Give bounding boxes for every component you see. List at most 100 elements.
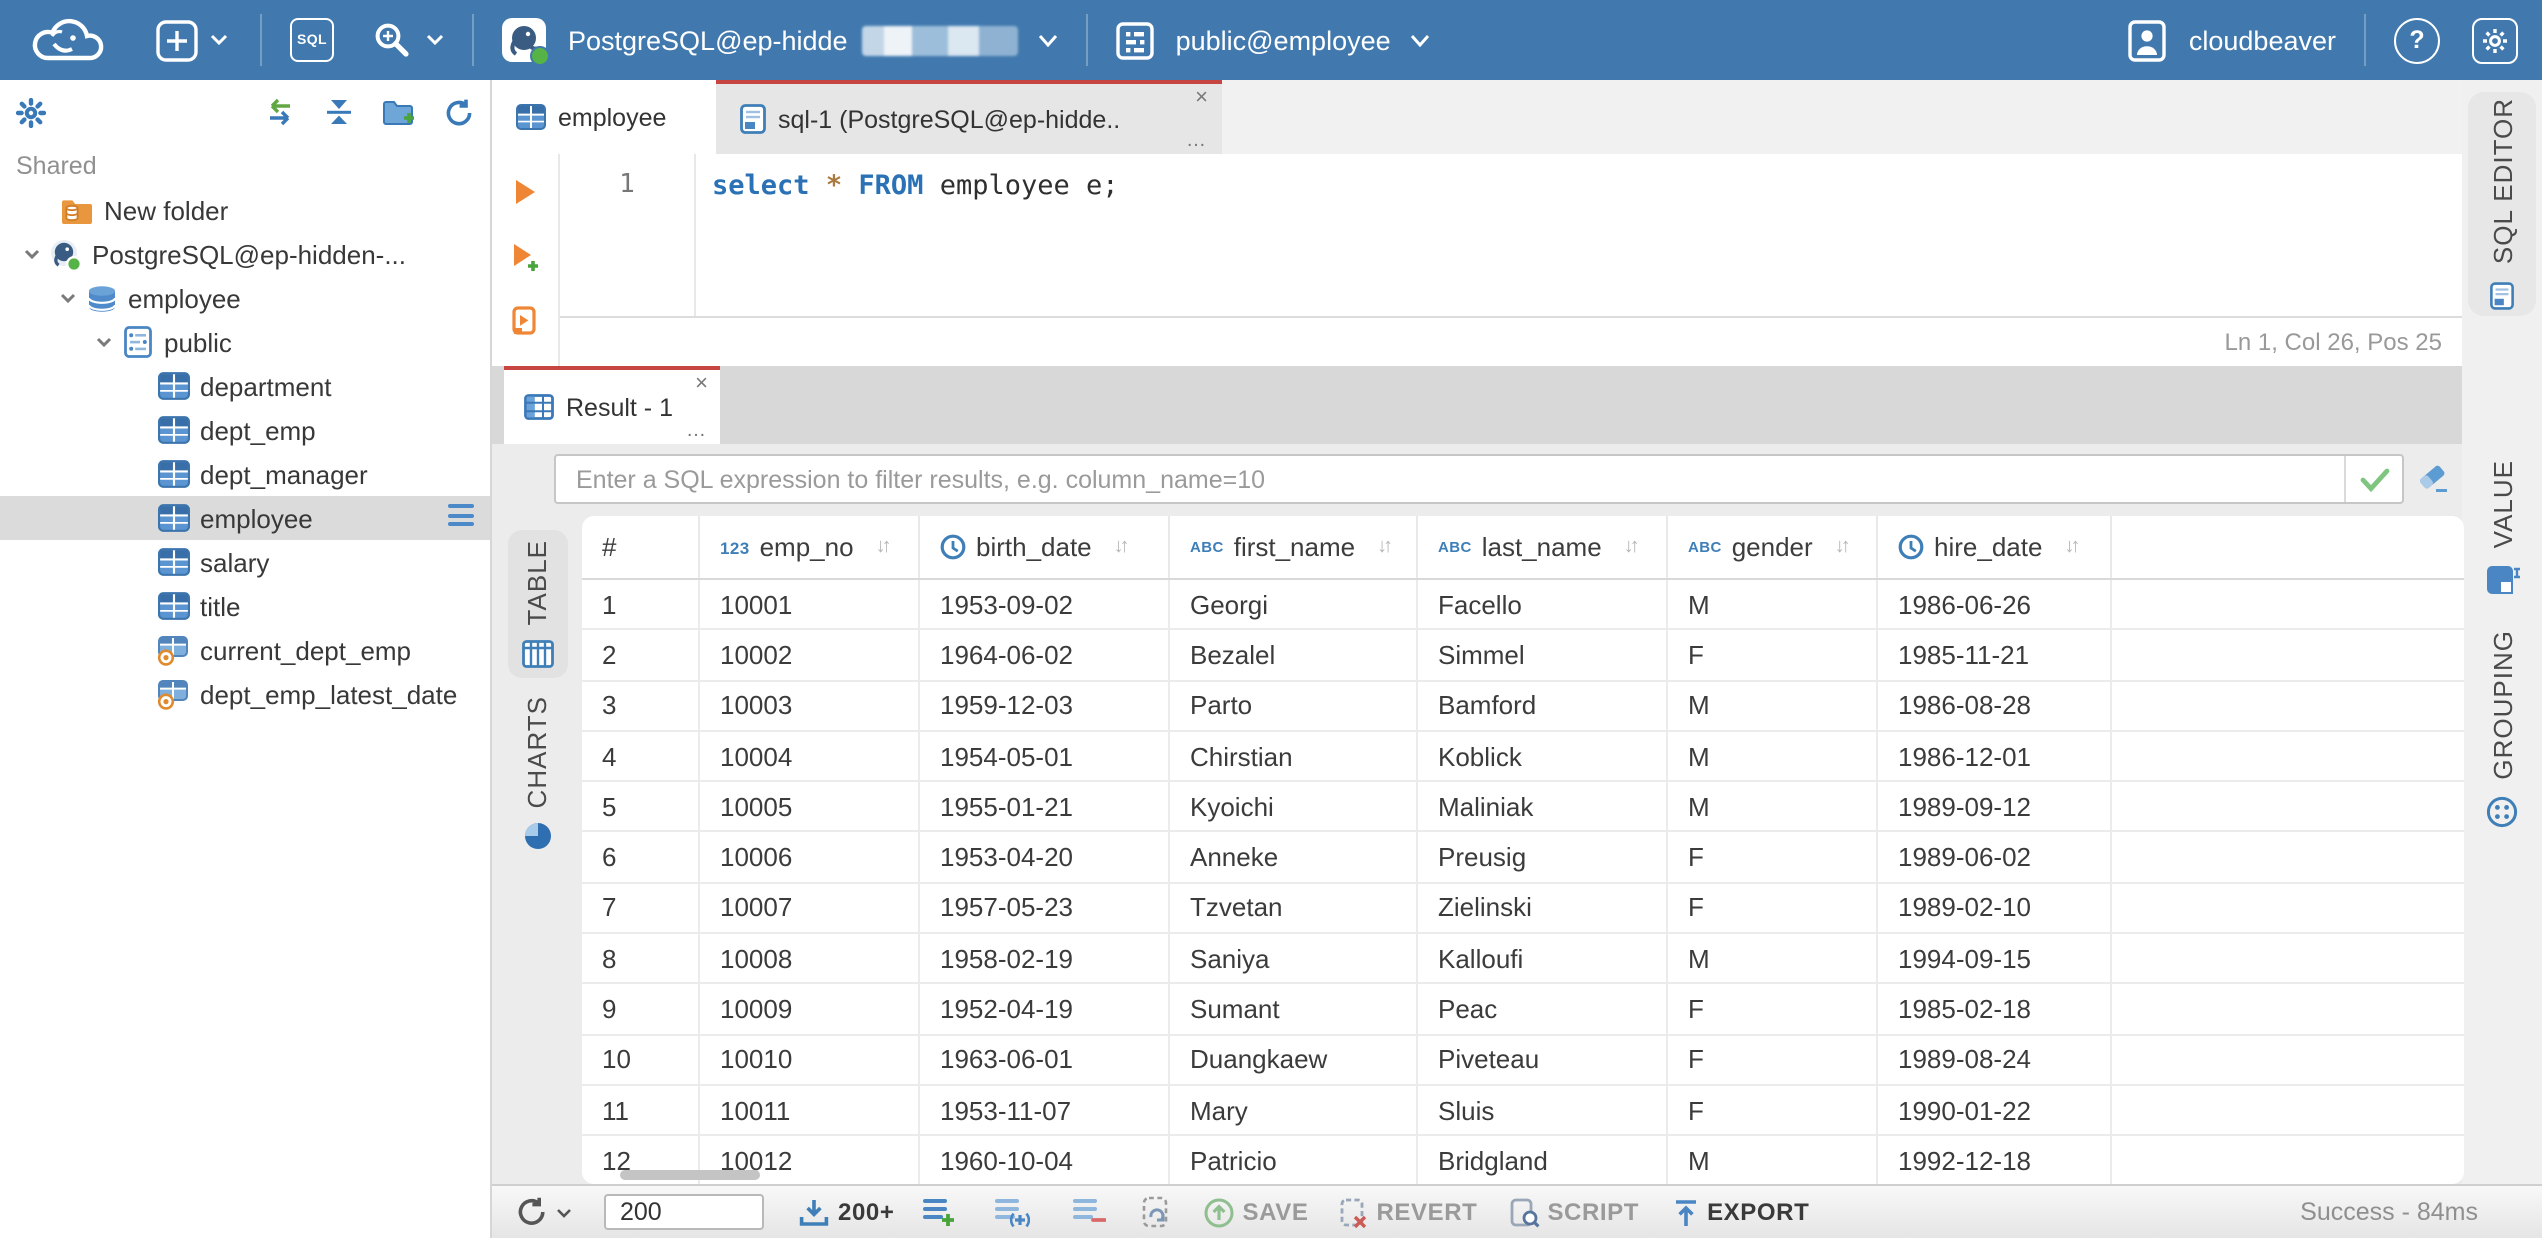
grid-cell[interactable]: 10007 [700, 883, 920, 933]
apply-filter-button[interactable] [2344, 456, 2402, 502]
grid-cell[interactable]: Peac [1418, 984, 1668, 1034]
refresh-icon[interactable] [444, 97, 474, 127]
sql-editor-button[interactable]: SQL [290, 18, 334, 62]
grid-cell[interactable]: Sluis [1418, 1085, 1668, 1135]
edit-copy-icon[interactable] [1142, 1196, 1172, 1228]
grid-cell[interactable]: Bezalel [1170, 630, 1418, 680]
new-folder-icon[interactable] [382, 98, 416, 126]
settings-gear-icon[interactable] [16, 97, 46, 127]
tab-value-panel[interactable]: VALUE [2485, 460, 2519, 596]
grid-cell[interactable]: 1990-01-22 [1878, 1085, 2112, 1135]
grid-cell[interactable]: 1954-05-01 [920, 731, 1170, 781]
grid-cell[interactable]: Simmel [1418, 630, 1668, 680]
sort-icon[interactable]: ↓↑ [1624, 536, 1640, 558]
grid-cell[interactable]: 1986-12-01 [1878, 731, 2112, 781]
grid-cell[interactable]: 1953-11-07 [920, 1085, 1170, 1135]
grid-cell[interactable]: 1992-12-18 [1878, 1136, 2112, 1184]
grid-cell[interactable]: Saniya [1170, 934, 1418, 983]
column-header-emp_no[interactable]: 123 emp_no ↓↑ [700, 516, 920, 578]
grid-cell[interactable]: 1989-06-02 [1878, 832, 2112, 882]
column-header-first_name[interactable]: ABC first_name ↓↑ [1170, 516, 1418, 578]
tab-grouping-panel[interactable]: GROUPING [2486, 630, 2518, 828]
grid-cell[interactable]: 1986-06-26 [1878, 580, 2112, 629]
tree-item-current_dept_emp[interactable]: current_dept_emp [0, 628, 490, 672]
grid-cell[interactable]: 10011 [700, 1085, 920, 1135]
tree-item-new-folder[interactable]: New folder [0, 188, 490, 232]
schema-selector[interactable]: public@employee [1115, 21, 1431, 59]
add-row-icon[interactable] [922, 1196, 956, 1228]
tab-charts-view[interactable]: CHARTS [522, 696, 552, 850]
column-header-hire_date[interactable]: hire_date ↓↑ [1878, 516, 2112, 578]
tab-sql-editor-vertical[interactable]: SQL EDITOR [2468, 92, 2536, 316]
column-header-birth_date[interactable]: birth_date ↓↑ [920, 516, 1170, 578]
expand-chevron-icon[interactable] [52, 290, 84, 306]
grid-cell[interactable]: 10002 [700, 630, 920, 680]
grid-cell[interactable]: 10009 [700, 984, 920, 1034]
grid-cell[interactable]: F [1668, 984, 1878, 1034]
grid-cell[interactable]: 1986-08-28 [1878, 681, 2112, 730]
grid-cell[interactable]: 10003 [700, 681, 920, 730]
grid-cell[interactable]: M [1668, 934, 1878, 983]
grid-cell[interactable]: 1989-02-10 [1878, 883, 2112, 933]
tree-item-dept_manager[interactable]: dept_manager [0, 452, 490, 496]
expand-chevron-icon[interactable] [16, 246, 48, 262]
grid-cell[interactable]: M [1668, 731, 1878, 781]
grid-cell[interactable]: 1994-09-15 [1878, 934, 2112, 983]
grid-cell[interactable]: 1952-04-19 [920, 984, 1170, 1034]
tree-item-department[interactable]: department [0, 364, 490, 408]
grid-cell[interactable]: M [1668, 580, 1878, 629]
duplicate-row-icon[interactable] [994, 1196, 1031, 1228]
tree-item-title[interactable]: title [0, 584, 490, 628]
grid-cell[interactable]: 1955-01-21 [920, 782, 1170, 831]
export-button[interactable]: EXPORT [1671, 1197, 1809, 1227]
grid-cell[interactable]: 5 [582, 782, 700, 831]
grid-cell[interactable]: F [1668, 883, 1878, 933]
save-button[interactable]: SAVE [1204, 1197, 1308, 1227]
grid-cell[interactable]: Piveteau [1418, 1035, 1668, 1084]
tab-table-view[interactable]: TABLE [507, 530, 567, 678]
grid-cell[interactable]: 7 [582, 883, 700, 933]
grid-cell[interactable]: 10010 [700, 1035, 920, 1084]
grid-cell[interactable]: Bamford [1418, 681, 1668, 730]
tree-item-dept_emp[interactable]: dept_emp [0, 408, 490, 452]
grid-cell[interactable]: 1959-12-03 [920, 681, 1170, 730]
tree-item-salary[interactable]: salary [0, 540, 490, 584]
clear-filter-button[interactable] [2416, 462, 2450, 494]
grid-cell[interactable]: 11 [582, 1085, 700, 1135]
tree-item-employee[interactable]: employee [0, 276, 490, 320]
grid-cell[interactable]: Sumant [1170, 984, 1418, 1034]
grid-cell[interactable]: Kyoichi [1170, 782, 1418, 831]
sort-icon[interactable]: ↓↑ [1377, 536, 1393, 558]
sort-icon[interactable]: ↓↑ [1114, 536, 1130, 558]
grid-cell[interactable]: Zielinski [1418, 883, 1668, 933]
sync-arrows-icon[interactable] [264, 98, 296, 126]
grid-cell[interactable]: Duangkaew [1170, 1035, 1418, 1084]
grid-cell[interactable]: 10006 [700, 832, 920, 882]
grid-cell[interactable]: 8 [582, 934, 700, 983]
column-header-index[interactable]: # [582, 516, 700, 578]
tree-item-employee[interactable]: employee [0, 496, 490, 540]
grid-cell[interactable]: 9 [582, 984, 700, 1034]
tree-item-dept_emp_latest_date[interactable]: dept_emp_latest_date [0, 672, 490, 716]
grid-cell[interactable]: Maliniak [1418, 782, 1668, 831]
grid-cell[interactable]: Mary [1170, 1085, 1418, 1135]
grid-cell[interactable]: 2 [582, 630, 700, 680]
connection-selector[interactable]: PostgreSQL@ep-hidde [502, 18, 1058, 66]
execute-new-tab-icon[interactable] [510, 242, 540, 274]
tree-item-postgresql-ep-hidden-[interactable]: PostgreSQL@ep-hidden-... [0, 232, 490, 276]
grid-cell[interactable]: 10005 [700, 782, 920, 831]
row-limit-input[interactable] [604, 1194, 764, 1230]
grid-cell[interactable]: 1985-02-18 [1878, 984, 2112, 1034]
driver-tools-button[interactable] [370, 18, 444, 62]
grid-cell[interactable]: 1989-09-12 [1878, 782, 2112, 831]
tab-more-icon[interactable]: … [686, 421, 708, 442]
close-icon[interactable]: × [1195, 87, 1208, 110]
tab-employee[interactable]: employee [492, 80, 716, 154]
grid-cell[interactable]: 1989-08-24 [1878, 1035, 2112, 1084]
grid-cell[interactable]: Bridgland [1418, 1136, 1668, 1184]
column-header-last_name[interactable]: ABC last_name ↓↑ [1418, 516, 1668, 578]
delete-row-icon[interactable] [1072, 1196, 1107, 1228]
fetch-more-button[interactable]: 200+ [798, 1197, 894, 1227]
grid-cell[interactable]: 10001 [700, 580, 920, 629]
column-header-gender[interactable]: ABC gender ↓↑ [1668, 516, 1878, 578]
